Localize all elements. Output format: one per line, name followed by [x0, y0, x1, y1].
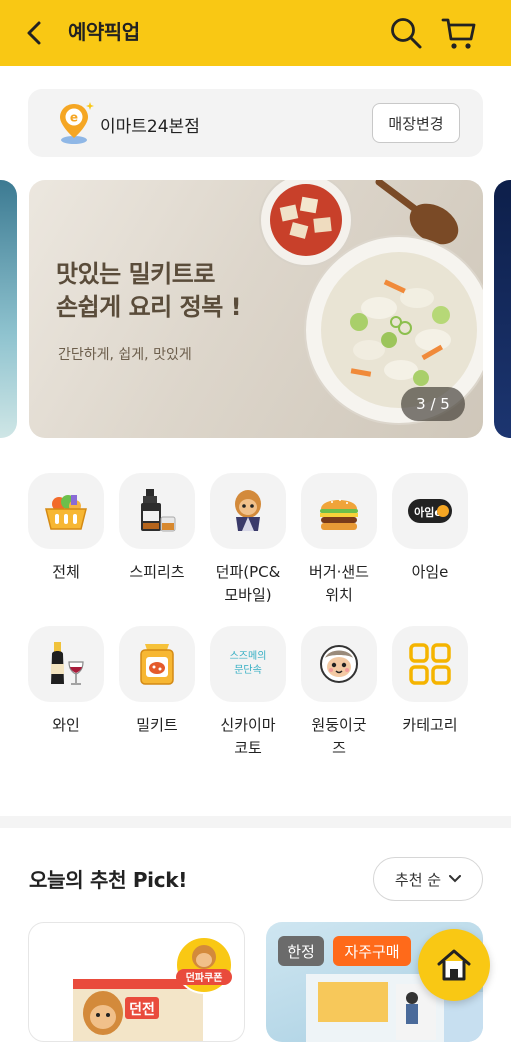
product-card[interactable]: 던전 던파쿠폰: [28, 922, 245, 1042]
home-icon: [437, 949, 471, 981]
category-spirits[interactable]: 스피리츠: [118, 473, 196, 584]
category-label: 카테고리: [402, 716, 458, 734]
category-icon-box: [119, 626, 195, 702]
shinkai-icon: 스즈메의 문단속: [230, 650, 267, 676]
category-icon-box: [301, 473, 377, 549]
category-all[interactable]: 전체: [27, 473, 105, 584]
category-dnf[interactable]: 던파(PC& 모바일): [209, 473, 287, 607]
store-selector: e 이마트24본점 매장변경: [28, 89, 483, 157]
shinkai-icon-line2: 문단속: [234, 664, 262, 676]
category-wine[interactable]: 와인: [27, 626, 105, 737]
category-icon-box: [119, 473, 195, 549]
category-label: 아임e: [411, 563, 449, 581]
grid-icon: [409, 643, 451, 685]
prev-banner-peek[interactable]: [0, 180, 17, 438]
category-label: 던파(PC& 모바일): [215, 563, 281, 604]
category-icon-box: 스즈메의 문단속: [210, 626, 286, 702]
cart-icon[interactable]: [440, 14, 478, 52]
category-label: 버거·샌드 위치: [309, 563, 369, 604]
product-image: 던전 던파쿠폰: [73, 936, 233, 1041]
category-ime[interactable]: 아임e 아임e: [391, 473, 469, 584]
category-label: 전체: [52, 563, 80, 581]
monkey-icon: [320, 645, 358, 683]
banner-page-indicator: 3 / 5: [401, 387, 465, 421]
change-store-button[interactable]: 매장변경: [372, 103, 460, 143]
character-icon: [235, 490, 261, 531]
next-banner-peek[interactable]: [494, 180, 511, 438]
store-name: 이마트24본점: [100, 117, 200, 137]
category-icon-box: [28, 626, 104, 702]
category-icon-box: 아임e: [392, 473, 468, 549]
product-sticker-text: 던파쿠폰: [186, 971, 223, 984]
banner-carousel[interactable]: 맛있는 밀키트로 손쉽게 요리 정복 ! 간단하게, 쉽게, 맛있게 3 / 5: [0, 180, 511, 438]
category-icon-box: [28, 473, 104, 549]
category-icon-box: [301, 626, 377, 702]
ime-logo-icon: 아임e: [408, 499, 452, 523]
section-title: 오늘의 추천 Pick!: [29, 868, 188, 892]
whiskey-icon: [141, 489, 176, 532]
search-icon[interactable]: [388, 15, 424, 51]
category-more[interactable]: 카테고리: [391, 626, 469, 737]
category-mealkit[interactable]: 밀키트: [118, 626, 196, 737]
category-label: 밀키트: [136, 716, 178, 734]
page-title: 예약픽업: [68, 20, 140, 44]
chevron-down-icon: [449, 875, 462, 883]
category-label: 원둥이굿 즈: [311, 716, 367, 757]
shinkai-icon-line1: 스즈메의: [230, 650, 267, 662]
frequent-purchase-badge: 자주구매: [333, 936, 411, 966]
wine-icon: [51, 642, 84, 685]
sort-label: 추천 순: [394, 870, 442, 889]
sort-dropdown[interactable]: 추천 순: [373, 857, 483, 901]
category-icon-box: [392, 626, 468, 702]
category-shinkai-makoto[interactable]: 스즈메의 문단속 신카이마 코토: [209, 626, 287, 760]
banner-subtitle: 간단하게, 쉽게, 맛있게: [58, 347, 192, 363]
category-label: 신카이마 코토: [220, 716, 276, 757]
svg-text:e: e: [70, 111, 78, 125]
category-icon-box: [210, 473, 286, 549]
section-divider: [0, 816, 511, 828]
category-wondungi-goods[interactable]: 원둥이굿 즈: [300, 626, 378, 760]
product-label-text: 던전: [129, 1001, 155, 1018]
home-button[interactable]: [418, 929, 490, 1001]
category-label: 와인: [52, 716, 80, 734]
store-pin-icon: e: [60, 102, 94, 144]
banner-title: 맛있는 밀키트로 손쉽게 요리 정복 !: [56, 260, 242, 321]
category-label: 스피리츠: [129, 563, 185, 581]
burger-icon: [320, 499, 358, 530]
banner-slide[interactable]: 맛있는 밀키트로 손쉽게 요리 정복 ! 간단하게, 쉽게, 맛있게 3 / 5: [29, 180, 483, 438]
limited-badge: 한정: [278, 936, 324, 966]
app-header: 예약픽업: [0, 0, 511, 66]
category-burger-sandwich[interactable]: 버거·샌드 위치: [300, 473, 378, 607]
back-arrow-icon[interactable]: [22, 17, 48, 49]
basket-icon: [45, 495, 87, 530]
mealkit-icon: [140, 644, 174, 685]
